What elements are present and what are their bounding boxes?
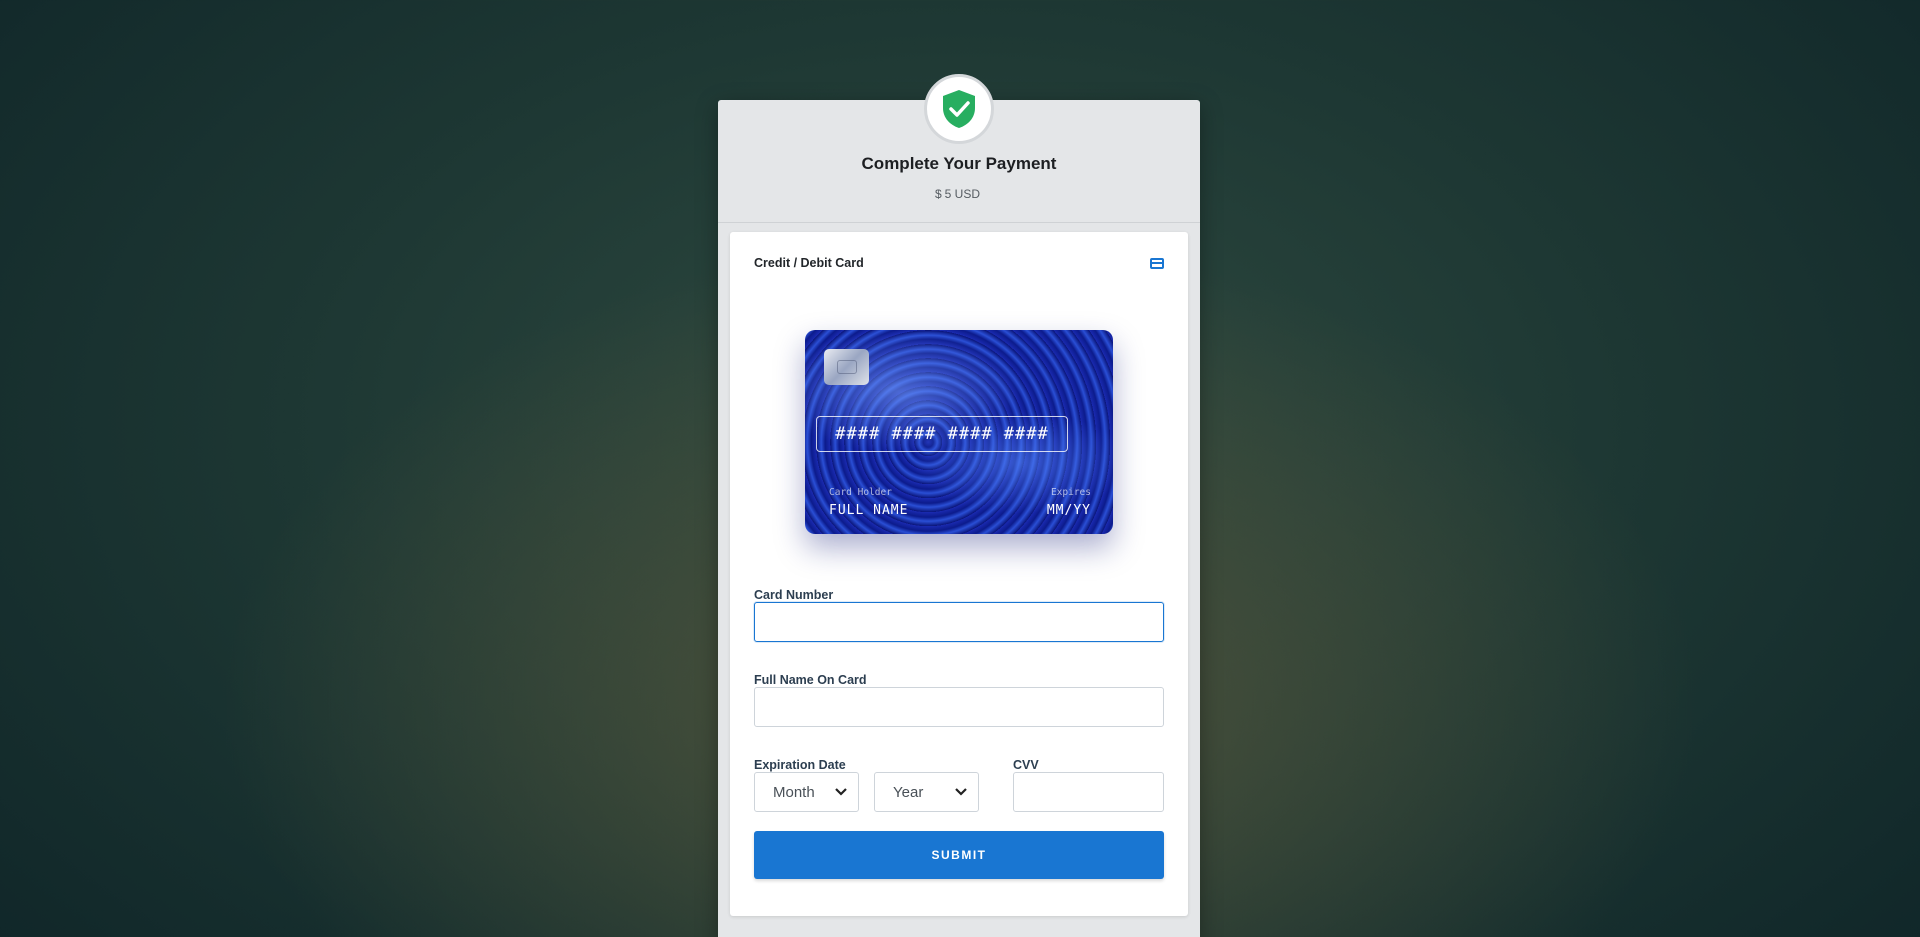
card-expires-value: MM/YY <box>1046 503 1091 518</box>
year-select[interactable]: Year <box>874 772 979 812</box>
cvv-input[interactable] <box>1013 772 1164 812</box>
payment-method-label: Credit / Debit Card <box>754 256 864 270</box>
header-divider <box>718 222 1200 223</box>
shield-check-icon <box>943 90 975 128</box>
amount-value: 5 USD <box>944 187 981 201</box>
card-expires-label: Expires <box>1050 487 1091 498</box>
card-number-label: Card Number <box>754 588 834 602</box>
card-chip-icon <box>824 349 869 385</box>
payment-amount: $5 USD <box>718 187 1200 201</box>
chevron-down-icon <box>835 788 847 796</box>
card-holder-label: Card Holder <box>829 487 892 498</box>
payment-form-card: Credit / Debit Card #### #### #### #### … <box>730 232 1188 916</box>
payment-panel: Complete Your Payment $5 USD Credit / De… <box>718 74 1200 937</box>
year-select-value: Year <box>893 783 924 801</box>
secure-badge <box>924 74 994 144</box>
card-number-input[interactable] <box>754 602 1164 642</box>
card-preview-number: #### #### #### #### <box>816 416 1068 452</box>
month-select[interactable]: Month <box>754 772 859 812</box>
card-holder-value: FULL NAME <box>829 503 909 518</box>
full-name-label: Full Name On Card <box>754 673 867 687</box>
expiration-date-label: Expiration Date <box>754 758 846 772</box>
page-title: Complete Your Payment <box>861 154 1057 173</box>
submit-button[interactable]: SUBMIT <box>754 831 1164 879</box>
chevron-down-icon <box>955 788 967 796</box>
cvv-label: CVV <box>1013 758 1039 772</box>
credit-card-icon <box>1150 258 1164 269</box>
month-select-value: Month <box>773 783 815 801</box>
card-preview: #### #### #### #### Card Holder FULL NAM… <box>805 330 1113 534</box>
full-name-input[interactable] <box>754 687 1164 727</box>
currency-symbol: $ <box>934 187 942 201</box>
